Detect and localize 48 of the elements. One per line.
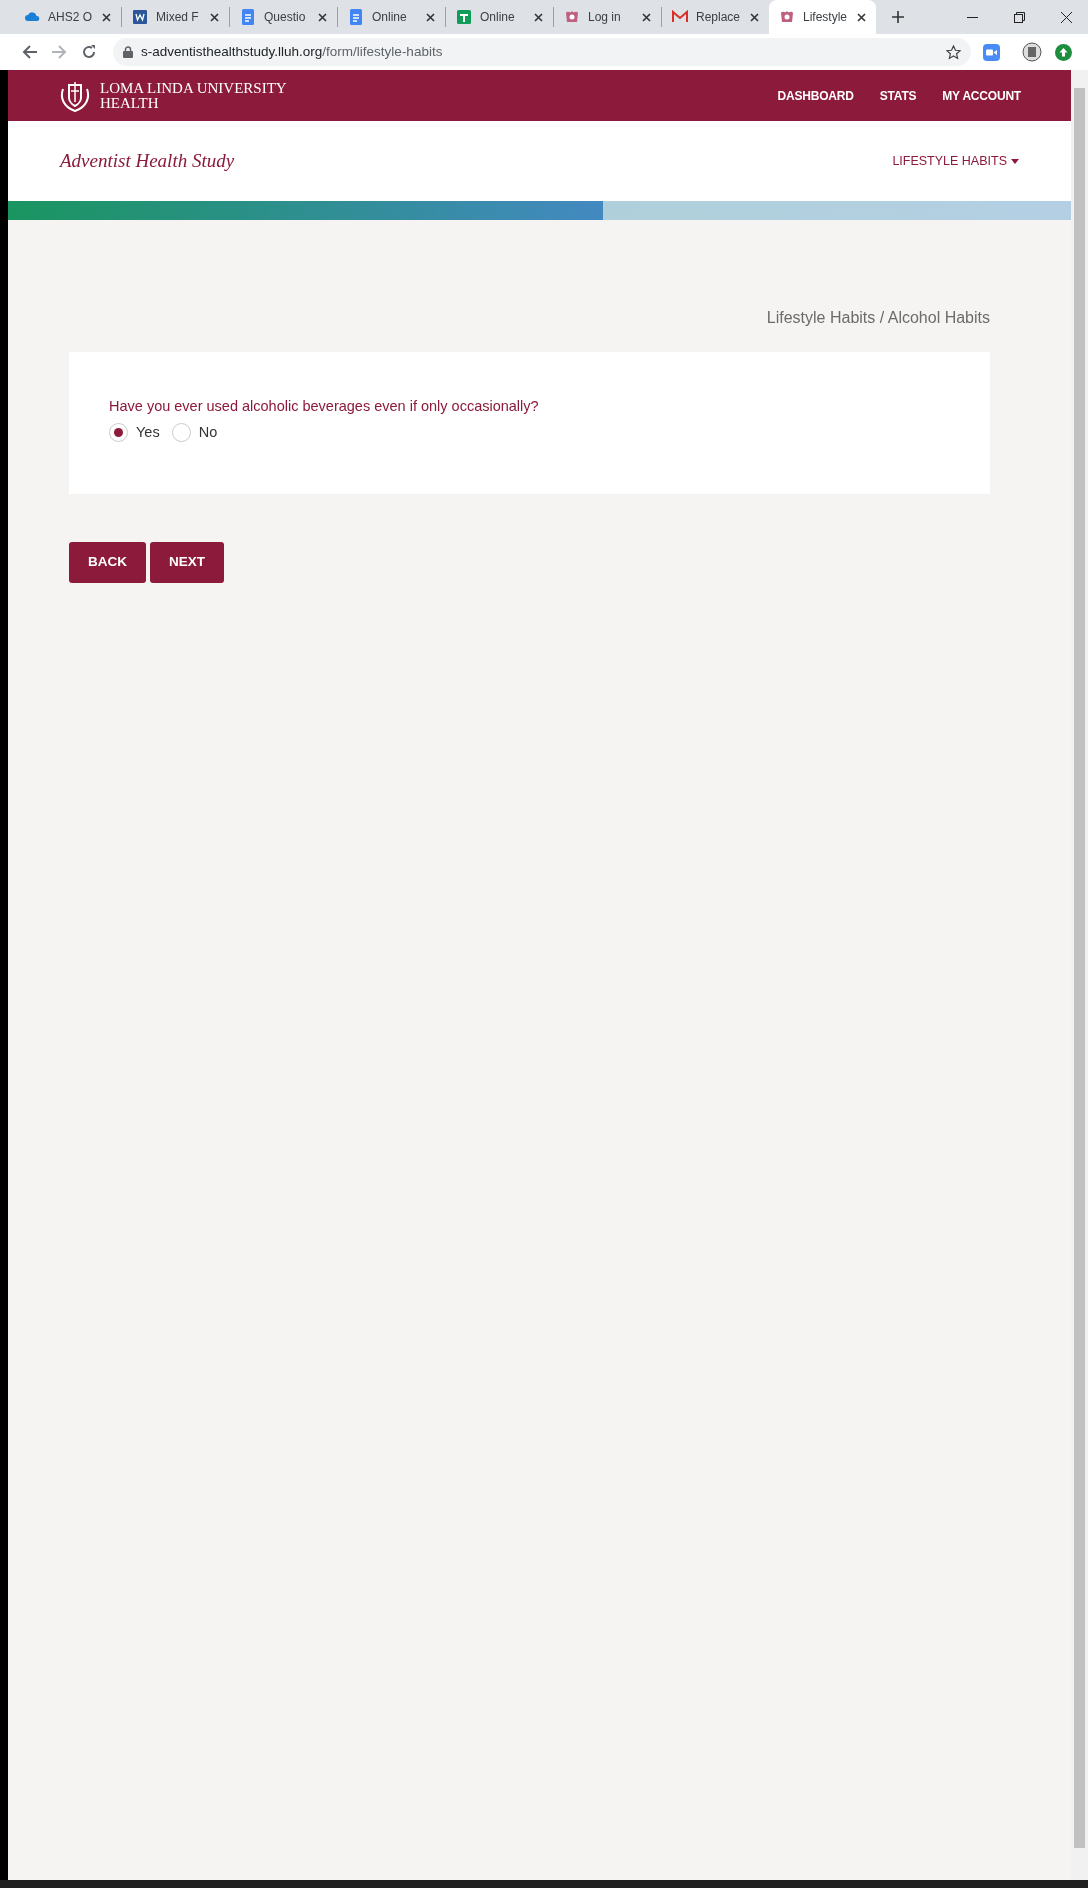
nav-link[interactable]: MY ACCOUNT [942,86,1021,105]
close-icon[interactable] [1061,11,1072,23]
mail-icon [672,9,688,25]
close-icon[interactable] [534,12,543,22]
nav-button[interactable]: NEXT [150,541,224,583]
upload-icon[interactable] [1055,43,1072,61]
question-text: Have you ever used alcoholic beverages even if only occasionally? [109,398,539,414]
reload-icon[interactable] [81,44,97,60]
back-icon[interactable] [22,44,38,60]
browser-tab[interactable]: Online [446,0,553,34]
nav-link[interactable]: DASHBOARD [777,86,854,105]
caret-icon [1011,158,1019,164]
close-icon[interactable] [318,12,327,22]
crest-icon [564,9,580,25]
crest-icon [779,9,795,25]
close-icon[interactable] [750,12,759,22]
browser-tab[interactable]: Replace [662,0,769,34]
restore-icon[interactable] [1014,11,1025,23]
star-icon[interactable] [946,44,961,60]
crest-icon[interactable] [1022,42,1042,62]
close-icon[interactable] [210,12,219,22]
nav-button[interactable]: BACK [69,541,146,583]
option-label: Yes [136,423,160,442]
browser-tab[interactable]: AHS2 O [14,0,121,34]
browser-tab[interactable]: Questio [230,0,337,34]
browser-tab[interactable]: Mixed F [122,0,229,34]
video-icon[interactable] [983,43,1000,61]
document-icon [348,9,364,25]
document-icon [240,9,256,25]
spreadsheet-icon [456,9,472,25]
lock-icon [123,46,133,58]
close-icon[interactable] [642,12,651,22]
close-icon[interactable] [102,12,111,22]
brand-name: LOMA LINDA UNIVERSITY HEALTH [100,80,287,111]
document-icon [132,9,148,25]
browser-tab[interactable]: Online [338,0,445,34]
close-icon[interactable] [426,12,435,22]
new-tab-icon[interactable] [892,11,904,23]
address-field[interactable]: s-adventisthealthstudy.lluh.org/form/lifestyle-habits [113,38,971,66]
scrollbar[interactable] [1071,70,1088,1880]
browser-tab[interactable]: Lifestyle [769,0,876,34]
nav-link[interactable]: STATS [879,86,917,105]
browser-tab[interactable]: Log in [554,0,661,34]
section-dropdown[interactable]: LIFESTYLE HABITS [892,151,1019,171]
option-label: No [198,423,218,442]
breadcrumb: Lifestyle Habits / Alcohol Habits [766,309,990,326]
close-icon[interactable] [857,12,866,22]
site-title: Adventist Health Study [60,148,235,173]
